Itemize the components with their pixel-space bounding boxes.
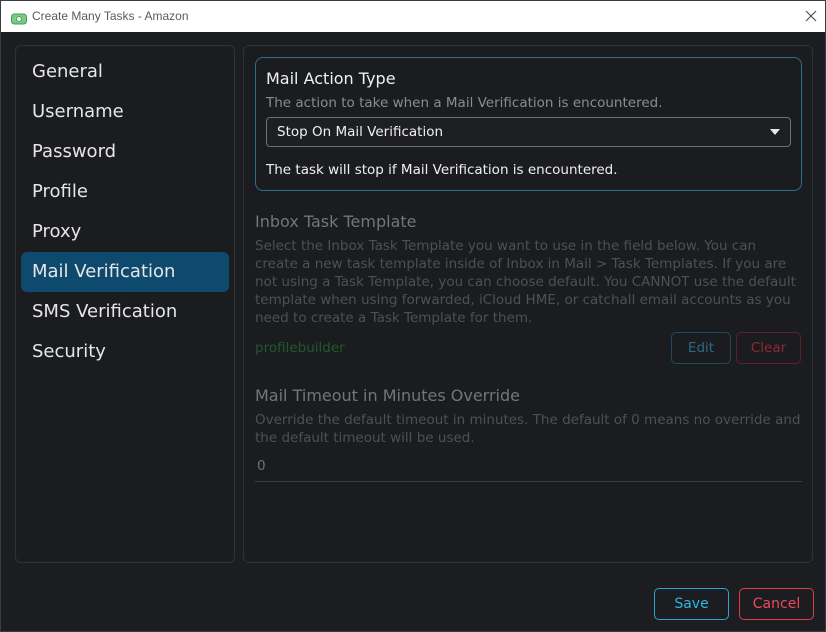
- caret-down-icon: [770, 129, 780, 135]
- mail-action-note: The task will stop if Mail Verification …: [266, 162, 618, 178]
- mail-timeout-title: Mail Timeout in Minutes Override: [255, 386, 520, 405]
- sidebar-item-label: Proxy: [32, 221, 82, 242]
- sidebar-item-mail-verification[interactable]: Mail Verification: [21, 252, 229, 292]
- sidebar-item-proxy[interactable]: Proxy: [21, 212, 229, 252]
- sidebar-item-username[interactable]: Username: [21, 92, 229, 132]
- sidebar-item-password[interactable]: Password: [21, 132, 229, 172]
- mail-action-description: The action to take when a Mail Verificat…: [266, 95, 663, 111]
- sidebar-item-label: Password: [32, 141, 117, 162]
- close-icon: [801, 10, 821, 31]
- sidebar-item-label: Mail Verification: [32, 261, 176, 282]
- mail-timeout-description: Override the default timeout in minutes.…: [255, 412, 801, 446]
- cash-icon: [11, 10, 27, 25]
- save-button[interactable]: Save: [654, 588, 729, 620]
- sidebar-item-profile[interactable]: Profile: [21, 172, 229, 212]
- mail-timeout-input[interactable]: 0: [255, 454, 802, 482]
- sidebar-item-sms-verification[interactable]: SMS Verification: [21, 292, 229, 332]
- sidebar-item-label: General: [32, 61, 103, 82]
- sidebar-item-label: Profile: [32, 181, 88, 202]
- inbox-template-title: Inbox Task Template: [255, 212, 417, 231]
- mail-action-selected-value: Stop On Mail Verification: [277, 124, 444, 140]
- window-title: Create Many Tasks - Amazon: [32, 9, 189, 23]
- mail-action-card: Mail Action Type The action to take when…: [255, 57, 802, 191]
- clear-template-button[interactable]: Clear: [736, 332, 801, 364]
- cancel-button[interactable]: Cancel: [739, 588, 814, 620]
- close-button[interactable]: [801, 5, 821, 27]
- inbox-template-description: Select the Inbox Task Template you want …: [255, 238, 796, 326]
- edit-template-button[interactable]: Edit: [671, 332, 731, 364]
- dialog-window: Create Many Tasks - Amazon General Usern…: [0, 0, 826, 632]
- settings-panel: Mail Action Type The action to take when…: [243, 45, 813, 563]
- sidebar-item-security[interactable]: Security: [21, 332, 229, 372]
- settings-sidebar: General Username Password Profile Proxy …: [15, 45, 235, 563]
- title-bar: Create Many Tasks - Amazon: [1, 1, 825, 32]
- sidebar-item-label: SMS Verification: [32, 301, 178, 322]
- mail-timeout-value: 0: [257, 458, 266, 474]
- inbox-template-value[interactable]: profilebuilder: [255, 340, 345, 356]
- sidebar-item-label: Security: [32, 341, 106, 362]
- mail-action-select[interactable]: Stop On Mail Verification: [266, 117, 791, 147]
- sidebar-item-label: Username: [32, 101, 124, 122]
- mail-action-title: Mail Action Type: [266, 69, 396, 88]
- sidebar-item-general[interactable]: General: [21, 52, 229, 92]
